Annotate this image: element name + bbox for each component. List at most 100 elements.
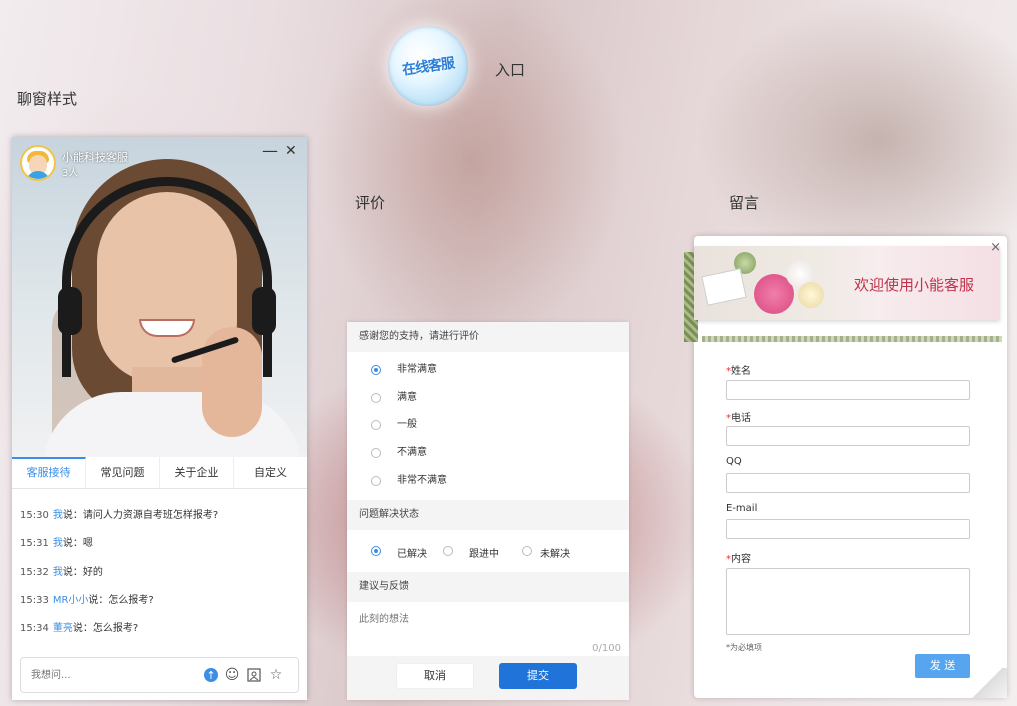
close-button[interactable]: ✕ (285, 142, 297, 160)
qq-label: QQ (726, 456, 742, 467)
message-sender: 我 (52, 510, 63, 521)
message-sender: 我 (52, 538, 63, 550)
rating-header: 感谢您的支持，请进行评价 (347, 322, 629, 352)
field-label: 内容 (731, 554, 751, 565)
leave-message-label: 留言 (729, 194, 760, 212)
plaid-divider (702, 336, 1002, 342)
agent-name: 小能科技客服 (62, 151, 128, 164)
message-row: 15:30 我说：请问人力资源自考班怎样报考? (20, 509, 300, 537)
tab-custom[interactable]: 自定义 (234, 457, 307, 488)
minimize-button[interactable]: — (262, 142, 278, 160)
feedback-header: 建议与反馈 (347, 572, 629, 603)
radio-icon[interactable] (371, 420, 381, 431)
message-time: 15:30 (20, 510, 49, 521)
tab-reception[interactable]: 客服接待 (12, 457, 86, 488)
message-text: 怎么报考? (92, 623, 139, 635)
email-field[interactable] (726, 519, 970, 539)
message-sender: 董亮 (52, 623, 73, 635)
message-time: 15:34 (20, 623, 49, 635)
radio-icon[interactable] (371, 365, 381, 375)
status-options: 已解决 跟进中 未解决 (347, 530, 629, 572)
agent-photo (12, 137, 307, 457)
message-text: 怎么报考? (108, 594, 154, 606)
chat-window: 小能科技客服 3人 — ✕ 客服接待 常见问题 关于企业 自定义 15:30 我说… (12, 137, 307, 700)
message-row: 15:33 MR小小说：怎么报考? (20, 594, 300, 622)
field-label: 电话 (731, 413, 751, 424)
agent-avatar (20, 145, 56, 181)
entry-logo-text: 在线客服 (401, 55, 455, 79)
chat-input[interactable] (31, 667, 191, 683)
emoji-icon[interactable]: ☺ (223, 666, 241, 684)
welcome-banner: 欢迎使用小能客服 (694, 246, 1000, 320)
rating-option[interactable]: 一般 (347, 411, 629, 439)
email-label: E-mail (726, 503, 758, 514)
status-header: 问题解决状态 (347, 500, 629, 531)
feedback-input[interactable] (359, 610, 617, 645)
submit-button[interactable]: 提交 (499, 663, 577, 689)
close-icon[interactable]: × (990, 240, 1001, 255)
phone-label: *电话 (726, 409, 751, 424)
page-curl (967, 668, 1007, 698)
radio-icon[interactable] (443, 546, 453, 557)
online-service-entry-button[interactable]: 在线客服 (388, 26, 468, 106)
rating-panel: 感谢您的支持，请进行评价 非常满意 满意 一般 不满意 非常不满意 问题解决状态… (347, 322, 629, 700)
leave-message-form: 欢迎使用小能客服 × *姓名 *电话 QQ E-mail *内容 *为必填项 发… (684, 236, 1007, 698)
message-say: 说： (62, 566, 83, 578)
radio-icon[interactable] (371, 546, 381, 557)
qq-field[interactable] (726, 473, 970, 493)
radio-icon[interactable] (371, 475, 381, 486)
rating-footer: 取消 提交 (347, 656, 629, 700)
tab-faq[interactable]: 常见问题 (86, 457, 160, 488)
message-say: 说： (62, 538, 83, 550)
status-option-label[interactable]: 未解决 (540, 545, 570, 560)
rating-option[interactable]: 满意 (347, 384, 629, 412)
send-arrow-icon[interactable]: ↑ (204, 668, 218, 682)
rating-option[interactable]: 非常满意 (347, 356, 629, 384)
message-time: 15:32 (20, 566, 49, 578)
entry-label: 入口 (495, 61, 526, 79)
message-list: 15:30 我说：请问人力资源自考班怎样报考? 15:31 我说：嗯 15:32 我说… (20, 509, 300, 650)
message-text: 嗯 (82, 538, 93, 550)
content-label: *内容 (726, 550, 751, 565)
message-row: 15:31 我说：嗯 (20, 537, 300, 565)
message-say: 说： (62, 510, 83, 521)
agent-count: 3人 (62, 168, 79, 179)
message-say: 说： (72, 623, 93, 635)
radio-icon[interactable] (522, 546, 532, 557)
message-row: 15:34 董亮说：怎么报考? (20, 622, 300, 650)
message-say: 说： (88, 594, 109, 606)
star-icon[interactable]: ☆ (267, 666, 285, 684)
message-text: 好的 (82, 566, 103, 578)
banner-title: 欢迎使用小能客服 (854, 276, 975, 294)
chat-tabs: 客服接待 常见问题 关于企业 自定义 (12, 457, 307, 489)
status-option-label[interactable]: 跟进中 (469, 545, 499, 560)
send-button[interactable]: 发 送 (915, 654, 970, 678)
phone-field[interactable] (726, 426, 970, 446)
message-time: 15:31 (20, 538, 49, 550)
screenshot-icon[interactable] (245, 666, 263, 684)
radio-icon[interactable] (371, 448, 381, 459)
rating-option-label: 不满意 (397, 447, 427, 459)
rating-option-label: 满意 (397, 391, 417, 403)
feedback-area: 0/100 (347, 602, 629, 654)
message-time: 15:33 (20, 594, 49, 606)
radio-icon[interactable] (371, 392, 381, 403)
rating-option[interactable]: 不满意 (347, 439, 629, 467)
rating-option-label: 非常满意 (397, 364, 437, 375)
name-label: *姓名 (726, 362, 751, 377)
rating-option[interactable]: 非常不满意 (347, 467, 629, 495)
chat-header: 小能科技客服 3人 — ✕ (12, 137, 307, 183)
name-field[interactable] (726, 380, 970, 400)
banner-card (701, 268, 747, 306)
content-field[interactable] (726, 568, 970, 635)
rating-label: 评价 (355, 194, 386, 212)
char-count: 0/100 (592, 643, 621, 655)
message-sender: 我 (52, 566, 63, 578)
chat-style-label: 聊窗样式 (17, 90, 78, 108)
tab-about[interactable]: 关于企业 (160, 457, 234, 488)
cancel-button[interactable]: 取消 (396, 663, 474, 689)
status-option-label[interactable]: 已解决 (397, 545, 427, 560)
message-sender: MR小小 (52, 594, 89, 606)
message-text: 请问人力资源自考班怎样报考? (82, 510, 219, 521)
rating-option-label: 一般 (397, 419, 417, 431)
